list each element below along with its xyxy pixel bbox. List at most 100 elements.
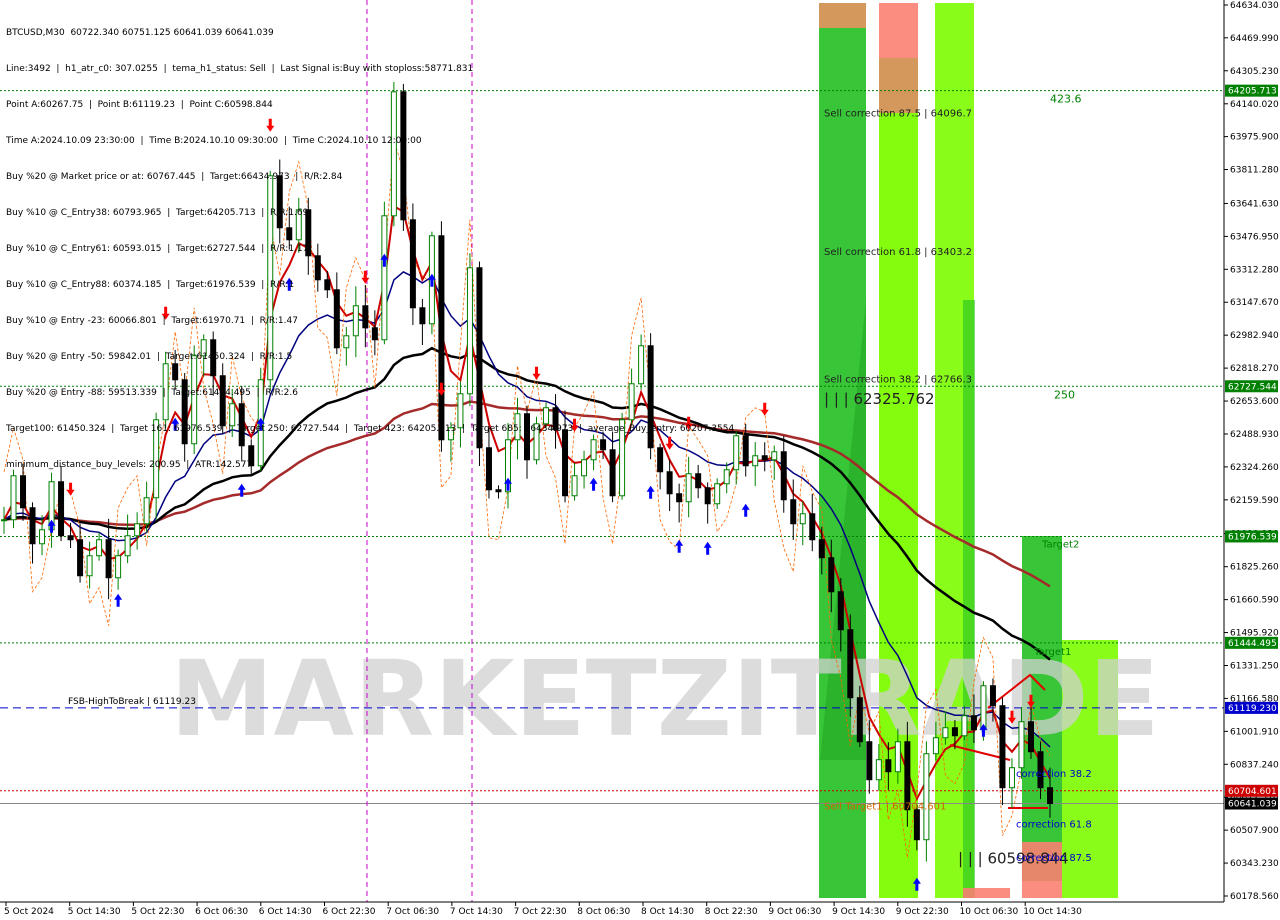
x-tick-label: 5 Oct 22:30 bbox=[131, 907, 184, 917]
y-tick-label: 62982.940 bbox=[1230, 331, 1279, 341]
price-tag-label: 62727.544 bbox=[1228, 382, 1277, 392]
candle-body bbox=[86, 555, 93, 577]
watermark-text: MARKETZITRADE bbox=[170, 638, 1160, 760]
annotation-label: correction 87.5 bbox=[1016, 853, 1092, 864]
x-tick-label: 6 Oct 06:30 bbox=[195, 907, 248, 917]
info-line: Target100: 61450.324 | Target 161: 61976… bbox=[6, 424, 735, 434]
level-label: 250 bbox=[1054, 388, 1075, 401]
candle-body bbox=[980, 685, 987, 731]
info-line: Buy %10 @ Entry -23: 60066.801 | Target:… bbox=[6, 316, 298, 326]
x-tick-label: 6 Oct 22:30 bbox=[323, 907, 376, 917]
y-tick-label: 64305.230 bbox=[1230, 67, 1279, 77]
candle-body bbox=[1, 519, 7, 522]
candle-body bbox=[752, 455, 759, 467]
candle-body bbox=[742, 435, 749, 467]
candle-body bbox=[942, 727, 949, 739]
candle-body bbox=[999, 705, 1006, 789]
x-tick-label: 10 Oct 14:30 bbox=[1023, 907, 1082, 917]
candle-body bbox=[704, 487, 711, 505]
candle-body bbox=[96, 539, 103, 557]
green-band bbox=[963, 300, 975, 898]
candle-body bbox=[58, 481, 65, 537]
y-tick-label: 63975.900 bbox=[1230, 133, 1279, 143]
candle-body bbox=[904, 741, 911, 811]
x-tick-label: 9 Oct 14:30 bbox=[832, 907, 885, 917]
price-tag-label: 60641.039 bbox=[1228, 800, 1277, 810]
price-tag-label: 61976.539 bbox=[1228, 532, 1277, 542]
candle-body bbox=[951, 727, 958, 737]
level-label: Target1 bbox=[1033, 647, 1071, 658]
annotation-label: Sell correction 87.5 | 64096.7 bbox=[824, 108, 972, 119]
x-tick-label: 7 Oct 14:30 bbox=[450, 907, 503, 917]
time-axis: 5 Oct 2024 5 Oct 14:30 5 Oct 22:30 6 Oct 06… bbox=[4, 902, 1082, 917]
tan-band bbox=[819, 3, 866, 28]
annotation-label: Sell Target1 | 60704.601 bbox=[824, 802, 946, 813]
candle-body bbox=[1008, 767, 1015, 789]
price-tag-label: 61119.230 bbox=[1228, 704, 1277, 714]
info-line: Time A:2024.10.09 23:30:00 | Time B:2024… bbox=[6, 136, 422, 146]
info-line: Point A:60267.75 | Point B:61119.23 | Po… bbox=[6, 100, 273, 110]
x-tick-label: 8 Oct 22:30 bbox=[705, 907, 758, 917]
x-tick-label: 5 Oct 2024 bbox=[4, 907, 54, 917]
y-tick-label: 64469.990 bbox=[1230, 34, 1279, 44]
info-line: Buy %10 @ C_Entry88: 60374.185 | Target:… bbox=[6, 280, 295, 290]
level-label: Target2 bbox=[1041, 539, 1079, 550]
candle-body bbox=[771, 451, 778, 461]
candle-body bbox=[799, 513, 806, 525]
annotation-label: | | | 62325.762 bbox=[824, 390, 935, 408]
info-panel: BTCUSD,M30 60722.340 60751.125 60641.039… bbox=[6, 3, 734, 483]
candle-body bbox=[961, 715, 968, 737]
price-tag-label: 64205.713 bbox=[1228, 87, 1277, 97]
candle-body bbox=[733, 435, 740, 471]
x-tick-label: 5 Oct 14:30 bbox=[68, 907, 121, 917]
info-line: Buy %10 @ C_Entry61: 60593.015 | Target:… bbox=[6, 244, 309, 254]
level-label: FSB-HighToBreak | 61119.23 bbox=[68, 697, 196, 707]
y-tick-label: 64140.020 bbox=[1230, 100, 1279, 110]
candle-body bbox=[67, 535, 74, 541]
candle-body bbox=[143, 497, 150, 525]
candle-body bbox=[115, 555, 122, 579]
x-tick-label: 9 Oct 06:30 bbox=[768, 907, 821, 917]
level-label: 423.6 bbox=[1050, 93, 1082, 106]
x-tick-label: 7 Oct 22:30 bbox=[514, 907, 567, 917]
candle-body bbox=[124, 535, 131, 557]
y-tick-label: 63641.630 bbox=[1230, 199, 1279, 209]
info-line: minimum_distance_buy_levels: 200.95 | AT… bbox=[6, 460, 253, 470]
salmon-band bbox=[879, 3, 918, 58]
candle-body bbox=[761, 455, 768, 461]
candle-body bbox=[780, 451, 787, 501]
candle-body bbox=[1047, 787, 1053, 805]
info-line: Buy %20 @ Entry -50: 59842.01 | Target:6… bbox=[6, 352, 293, 362]
candle-body bbox=[828, 557, 835, 593]
candle-body bbox=[495, 489, 502, 493]
annotation-label: correction 38.2 bbox=[1016, 769, 1092, 780]
info-line: Buy %20 @ Market price or at: 60767.445 … bbox=[6, 172, 343, 182]
price-tag-label: 60704.601 bbox=[1228, 787, 1277, 797]
info-line: Buy %20 @ Entry -88: 59513.339 | Target:… bbox=[6, 388, 298, 398]
candle-body bbox=[818, 539, 825, 559]
y-tick-label: 61331.250 bbox=[1230, 661, 1279, 671]
price-tag-label: 61444.495 bbox=[1228, 639, 1277, 649]
candle-body bbox=[1018, 721, 1025, 769]
y-tick-label: 60343.230 bbox=[1230, 859, 1279, 869]
candle-body bbox=[970, 715, 977, 731]
y-tick-label: 60178.560 bbox=[1230, 892, 1279, 902]
annotation-label: Sell correction 61.8 | 63403.2 bbox=[824, 247, 972, 258]
candle-body bbox=[77, 539, 84, 577]
y-tick-label: 60837.240 bbox=[1230, 760, 1279, 770]
candle-body bbox=[134, 523, 141, 537]
candle-body bbox=[923, 753, 930, 841]
y-tick-label: 62818.270 bbox=[1230, 364, 1279, 374]
y-tick-label: 61001.910 bbox=[1230, 727, 1279, 737]
x-tick-label: 7 Oct 06:30 bbox=[386, 907, 439, 917]
y-tick-label: 62324.260 bbox=[1230, 463, 1279, 473]
candle-body bbox=[714, 483, 721, 505]
tan-band bbox=[879, 58, 918, 113]
salmon-band bbox=[963, 888, 1010, 898]
lime-band bbox=[879, 113, 918, 898]
candle-body bbox=[885, 759, 892, 773]
candle-body bbox=[856, 697, 863, 743]
info-line: BTCUSD,M30 60722.340 60751.125 60641.039… bbox=[6, 28, 274, 38]
candle-body bbox=[809, 513, 816, 541]
y-tick-label: 63476.950 bbox=[1230, 232, 1279, 242]
